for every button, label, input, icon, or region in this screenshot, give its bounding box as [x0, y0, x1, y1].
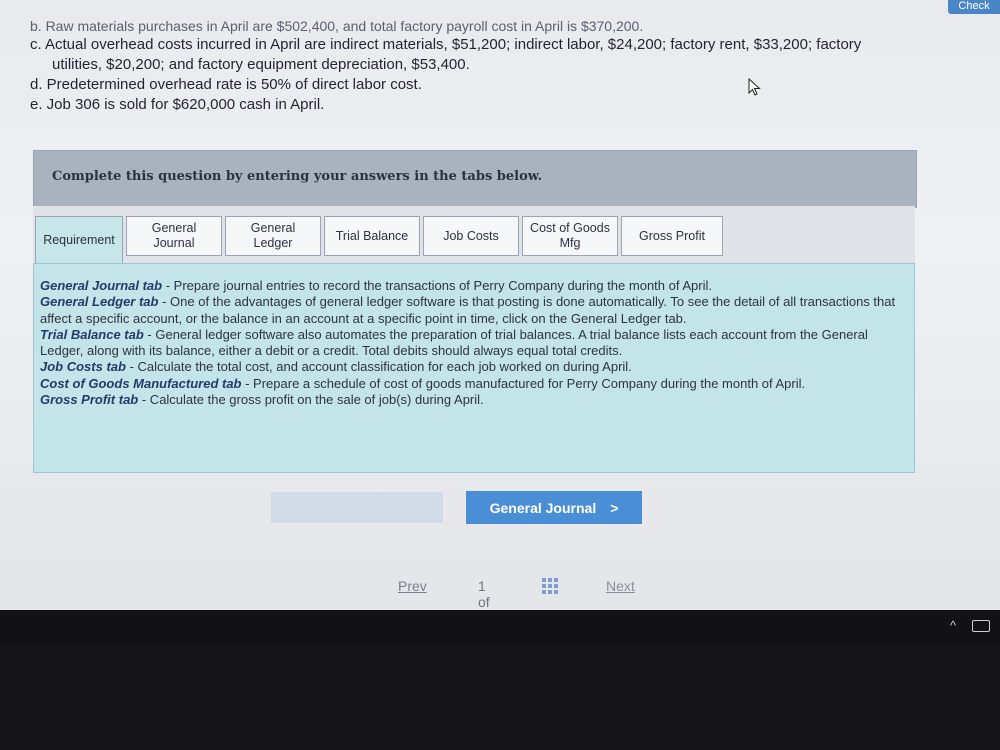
previous-tab-button: [271, 492, 443, 523]
monitor-bezel: [0, 642, 1000, 750]
problem-item-c-continued: utilities, $20,200; and factory equipmen…: [52, 56, 470, 73]
trial-balance-description: Trial Balance tab - General ledger softw…: [40, 326, 868, 359]
tab-job-costs[interactable]: Job Costs: [423, 216, 519, 256]
taskbar: ^: [0, 610, 1000, 642]
prev-page-link[interactable]: Prev: [398, 578, 427, 594]
tab-general-journal[interactable]: General Journal: [126, 216, 222, 256]
cost-of-goods-mfg-description: Cost of Goods Manufactured tab - Prepare…: [40, 375, 806, 391]
chevron-up-icon[interactable]: ^: [950, 618, 956, 633]
next-tab-button[interactable]: General Journal >: [466, 491, 642, 524]
tab-trial-balance[interactable]: Trial Balance: [324, 216, 420, 256]
general-ledger-description: General Ledger tab - One of the advantag…: [40, 294, 896, 326]
instructions-panel: Complete this question by entering your …: [33, 150, 917, 208]
next-page-link[interactable]: Next: [606, 578, 635, 594]
gross-profit-description: Gross Profit tab - Calculate the gross p…: [40, 392, 484, 408]
browser-viewport: Check b. Raw materials purchases in Apri…: [0, 0, 1000, 610]
grid-icon[interactable]: [542, 578, 558, 594]
problem-item-d: d. Predetermined overhead rate is 50% of…: [30, 76, 422, 93]
tab-gross-profit[interactable]: Gross Profit: [621, 216, 723, 256]
requirement-panel: General Journal tab - Prepare journal en…: [33, 263, 915, 473]
next-tab-label: General Journal: [489, 499, 597, 516]
problem-item-c: c. Actual overhead costs incurred in Apr…: [30, 36, 862, 53]
problem-item-b: b. Raw materials purchases in April are …: [30, 18, 644, 34]
tab-requirement[interactable]: Requirement: [35, 216, 123, 264]
job-costs-description: Job Costs tab - Calculate the total cost…: [40, 359, 632, 375]
instructions-text: Complete this question by entering your …: [52, 169, 543, 184]
tab-cost-of-goods-mfg[interactable]: Cost of Goods Mfg: [522, 216, 618, 256]
problem-item-e: e. Job 306 is sold for $620,000 cash in …: [30, 96, 325, 113]
tab-general-ledger[interactable]: General Ledger: [225, 216, 321, 256]
chevron-right-icon: >: [610, 499, 619, 516]
general-journal-description: General Journal tab - Prepare journal en…: [40, 278, 712, 293]
check-button[interactable]: Check: [948, 0, 1000, 14]
keyboard-icon[interactable]: [972, 620, 990, 632]
page-indicator: 1 of 1: [478, 578, 490, 610]
tab-bar: Requirement General Journal General Ledg…: [33, 206, 915, 264]
requirement-text: General Journal tab - Prepare journal en…: [40, 278, 906, 408]
mouse-pointer-icon: [748, 78, 761, 96]
